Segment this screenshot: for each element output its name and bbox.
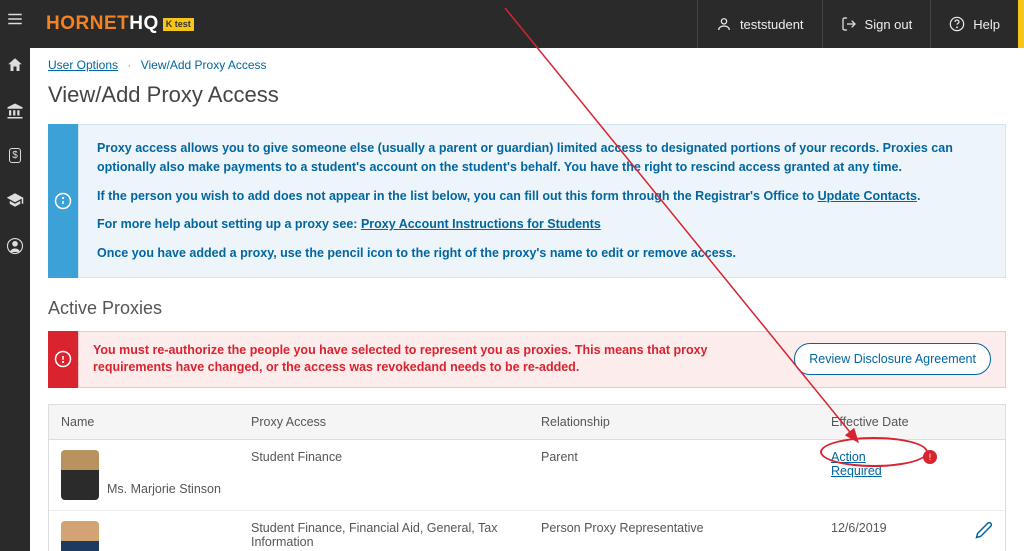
action-required-link[interactable]: Action Required (831, 450, 919, 478)
section-title: Active Proxies (48, 298, 1006, 319)
info-p3: For more help about setting up a proxy s… (97, 215, 987, 234)
avatar (61, 450, 99, 500)
col-relationship: Relationship (529, 405, 819, 439)
col-access: Proxy Access (239, 405, 529, 439)
proxy-relationship: Parent (529, 440, 819, 510)
signout-icon (841, 16, 857, 32)
review-disclosure-button[interactable]: Review Disclosure Agreement (794, 343, 991, 375)
page-title: View/Add Proxy Access (48, 82, 1006, 108)
table-header: Name Proxy Access Relationship Effective… (49, 405, 1005, 440)
warning-body: You must re-authorize the people you hav… (78, 331, 1006, 388)
col-edit (949, 405, 1005, 439)
brand-text-a: HORNET (46, 13, 129, 34)
hamburger-icon[interactable] (6, 10, 24, 28)
info-p2: If the person you wish to add does not a… (97, 187, 987, 206)
breadcrumb: User Options · View/Add Proxy Access (48, 58, 1006, 72)
table-row: Ms. Marjorie Stinson Student Finance Par… (49, 440, 1005, 511)
help-icon (949, 16, 965, 32)
proxy-table: Name Proxy Access Relationship Effective… (48, 404, 1006, 551)
info-body: Proxy access allows you to give someone … (78, 124, 1006, 278)
username-label: teststudent (740, 17, 804, 32)
proxy-access: Student Finance, Financial Aid, General,… (239, 511, 529, 551)
signout-button[interactable]: Sign out (822, 0, 931, 48)
proxy-name: Ms. Marjorie Stinson (107, 482, 221, 500)
main-content: User Options · View/Add Proxy Access Vie… (30, 48, 1024, 551)
info-icon (54, 192, 72, 210)
brand-text-b: HQ (129, 13, 159, 34)
user-menu[interactable]: teststudent (697, 0, 822, 48)
info-callout: Proxy access allows you to give someone … (48, 124, 1006, 278)
sidebar: $ (0, 0, 30, 551)
alert-icon (54, 350, 72, 368)
breadcrumb-user-options[interactable]: User Options (48, 58, 118, 72)
proxy-access: Student Finance (239, 440, 529, 510)
signout-label: Sign out (865, 17, 913, 32)
col-effective-date: Effective Date (819, 405, 949, 439)
breadcrumb-current: View/Add Proxy Access (141, 58, 267, 72)
brand-logo[interactable]: HORNETHQ (46, 13, 159, 35)
person-icon (716, 16, 732, 32)
table-row: Mr. Joshua L. Lull Student Finance, Fina… (49, 511, 1005, 551)
info-bar (48, 124, 78, 278)
accent-strip (1018, 0, 1024, 48)
proxy-instructions-link[interactable]: Proxy Account Instructions for Students (361, 217, 601, 231)
bank-icon[interactable] (6, 102, 24, 120)
avatar (61, 521, 99, 551)
col-name: Name (49, 405, 239, 439)
edit-icon[interactable] (975, 521, 993, 542)
breadcrumb-separator: · (127, 58, 131, 72)
warning-bar (48, 331, 78, 388)
help-button[interactable]: Help (930, 0, 1018, 48)
topbar: HORNETHQ K test teststudent Sign out Hel… (30, 0, 1024, 48)
home-icon[interactable] (6, 56, 24, 74)
warning-callout: You must re-authorize the people you hav… (48, 331, 1006, 388)
help-label: Help (973, 17, 1000, 32)
warning-text: You must re-authorize the people you hav… (93, 342, 780, 377)
graduation-icon[interactable] (6, 191, 24, 209)
update-contacts-link[interactable]: Update Contacts (818, 189, 917, 203)
user-icon[interactable] (6, 237, 24, 255)
ktest-badge: K test (163, 18, 194, 31)
proxy-date: 12/6/2019 (819, 511, 949, 551)
info-p4: Once you have added a proxy, use the pen… (97, 244, 987, 263)
proxy-relationship: Person Proxy Representative (529, 511, 819, 551)
payment-icon[interactable]: $ (9, 148, 21, 163)
alert-badge-icon: ! (923, 450, 937, 464)
info-p1: Proxy access allows you to give someone … (97, 139, 987, 177)
